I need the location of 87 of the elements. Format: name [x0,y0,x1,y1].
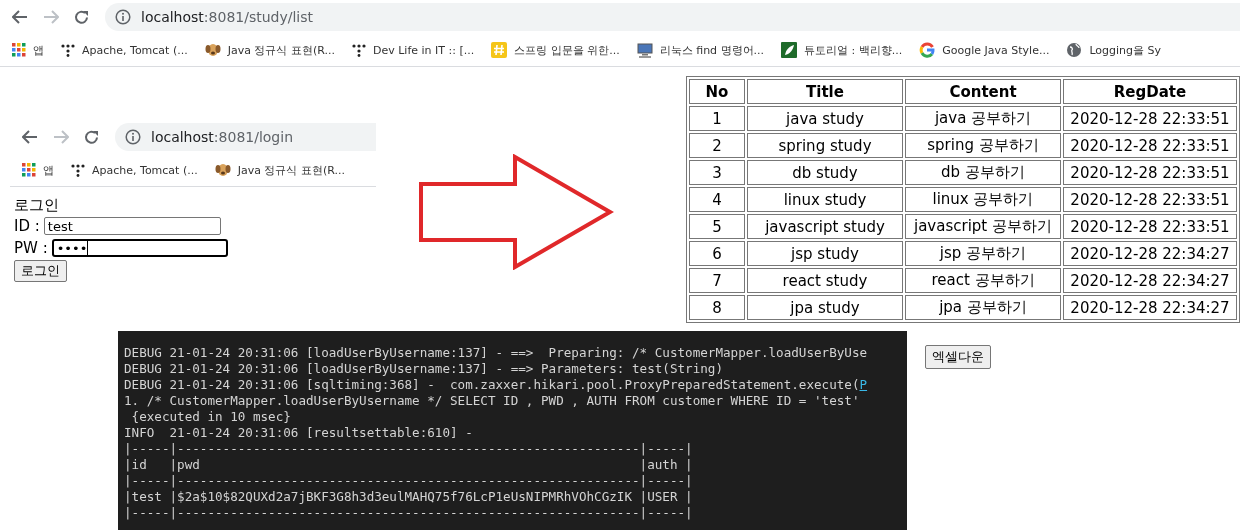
log-line: DEBUG 21-01-24 20:31:06 [loadUserByUsername:137] - ==> Parameters: test(String) [124,361,723,376]
table-cell: react study [747,268,903,293]
table-cell: 6 [689,241,745,266]
bookmark-link[interactable]: 앱 [43,162,54,178]
log-line: INFO 21-01-24 20:31:06 [resultsettable:610] - [124,425,473,440]
table-cell: java study [747,106,903,131]
address-bar[interactable]: localhost:8081/study/list [105,3,1240,31]
column-header: Title [747,79,903,104]
reload-icon [74,9,89,25]
bookmark-link[interactable]: Apache, Tomcat (... [92,163,198,177]
log-line: |id |pwd |auth | [124,457,693,472]
bookmark-link[interactable]: 스프링 입문을 위한... [514,42,620,58]
apps-grid-icon [22,163,36,177]
address-bar[interactable]: localhost:8081/login [115,123,376,151]
bookmark-link[interactable]: Java 정규식 표현(R... [227,42,335,58]
field-label: PW : [14,239,48,257]
table-cell: 2020-12-28 22:34:27 [1063,268,1237,293]
table-cell: 3 [689,160,745,185]
table-cell: 2020-12-28 22:33:51 [1063,160,1237,185]
leaf-icon [781,42,798,58]
table-cell: react 공부하기 [905,268,1061,293]
bookmark-link[interactable]: Google Java Style... [942,43,1050,57]
table-cell: java 공부하기 [905,106,1061,131]
table-cell: linux 공부하기 [905,187,1061,212]
bookmark-link[interactable]: 리눅스 find 명령어... [659,42,765,58]
table-cell: 4 [689,187,745,212]
log-line: DEBUG 21-01-24 20:31:06 [sqltiming:368] - com.zaxxer.hikari.pool.ProxyPreparedStatement.execute( [124,377,860,392]
excel-download-button[interactable]: 엑셀다운 [925,345,991,369]
google-g-icon [920,42,935,58]
table-cell: spring 공부하기 [905,133,1061,158]
table-cell: 2 [689,133,745,158]
dog-icon [214,163,231,177]
dots-icon [351,43,366,57]
reload-icon [84,129,99,145]
column-header: Content [905,79,1061,104]
log-line: |-----|-------------------------------------------------------------|-----| [124,505,693,520]
table-cell: jpa 공부하기 [905,295,1061,320]
bookmark-link[interactable]: Logging을 Sy [1089,42,1162,58]
back-icon [22,130,38,144]
log-link[interactable]: P [859,377,868,392]
table-cell: db 공부하기 [905,160,1061,185]
log-line: |-----|-------------------------------------------------------------|-----| [124,441,693,456]
table-cell: 2020-12-28 22:33:51 [1063,187,1237,212]
table-cell: javascript 공부하기 [905,214,1061,239]
bookmark-link[interactable]: 튜토리얼 : 백리향... [804,42,903,58]
column-header: No [689,79,745,104]
bookmark-link[interactable]: 앱 [33,42,44,58]
log-line: DEBUG 21-01-24 20:31:06 [loadUserByUsername:137] - ==> Preparing: /* CustomerMapper.loadUserByUse [124,345,868,360]
bookmark-link[interactable]: Java 정규식 표현(R... [237,162,345,178]
table-cell: 1 [689,106,745,131]
dots-icon [61,43,75,57]
log-line: |test |$2a$10$82QUXd2a7jBKF3G8h3d3eulMAHQ75f76LcP1eUsNIPMRhVOhCGzIK |USER | [124,489,693,504]
table-cell: jpa study [747,295,903,320]
table-cell: 8 [689,295,745,320]
table-cell: jsp 공부하기 [905,241,1061,266]
input-field[interactable]: •••• [51,239,228,257]
globe-icon [1067,43,1082,57]
dots-icon [71,163,85,177]
page-heading: 로그인 [14,196,60,215]
field-label: ID : [14,217,40,235]
table-cell: 2020-12-28 22:33:51 [1063,214,1237,239]
table-cell: db study [747,160,903,185]
log-line: {executed in 10 msec} [130,409,291,424]
table-cell: 2020-12-28 22:34:27 [1063,241,1237,266]
table-cell: 5 [689,214,745,239]
apps-grid-icon [12,43,26,57]
table-cell: spring study [747,133,903,158]
hash-icon [491,42,508,58]
back-icon [12,10,28,24]
column-header: RegDate [1063,79,1237,104]
bookmark-link[interactable]: Apache, Tomcat (... [82,43,188,57]
table-cell: 2020-12-28 22:34:27 [1063,295,1237,320]
table-cell: jsp study [747,241,903,266]
log-line: |-----|-------------------------------------------------------------|-----| [124,473,693,488]
table-cell: javascript study [747,214,903,239]
table-cell: 2020-12-28 22:33:51 [1063,133,1237,158]
login-button[interactable]: 로그인 [14,260,67,282]
computer-icon [637,43,653,58]
table-cell: 2020-12-28 22:33:51 [1063,106,1237,131]
dog-icon [204,43,221,57]
info-icon [115,9,131,25]
input-field[interactable]: test [43,217,221,235]
table-cell: 7 [689,268,745,293]
info-icon [125,129,141,145]
bookmark-link[interactable]: Dev Life in IT :: [... [372,43,475,57]
table-cell: linux study [747,187,903,212]
log-line: 1. /* CustomerMapper.loadUserByUsername */ SELECT ID , PWD , AUTH FROM customer WHERE ID = 'test' [124,393,860,408]
